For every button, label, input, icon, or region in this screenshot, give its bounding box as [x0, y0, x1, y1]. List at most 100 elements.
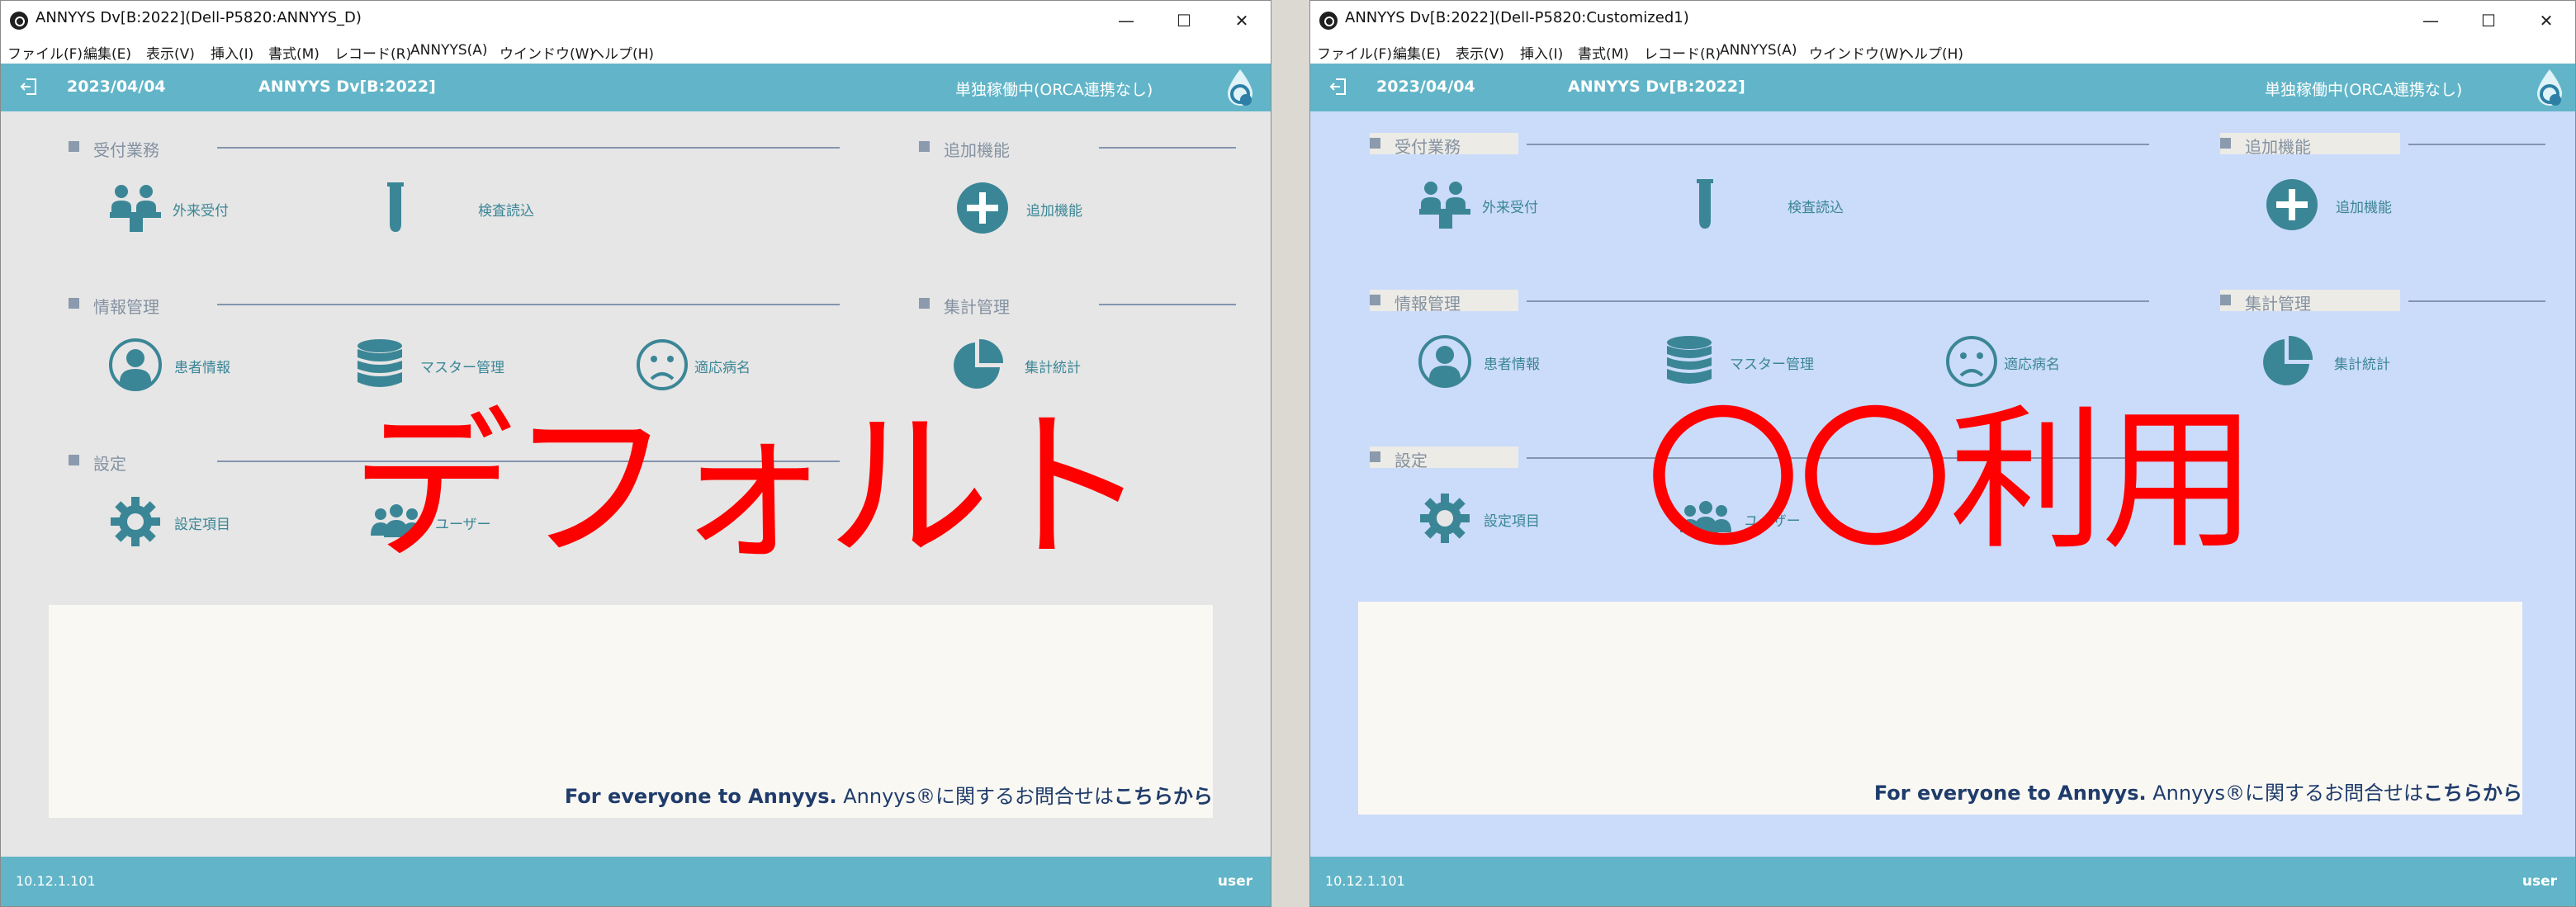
maximize-button[interactable]: ☐	[2460, 4, 2517, 37]
contact-line: For everyone to Annyys. Annyys®に関するお問合せは…	[565, 780, 1213, 809]
section-divider	[1099, 147, 1236, 149]
section-stats: 集計管理	[919, 293, 1099, 317]
section-title: 追加機能	[944, 140, 1010, 160]
contact-link[interactable]: こちらから	[2423, 782, 2522, 805]
menu-edit[interactable]: 編集(E)	[1393, 42, 1441, 63]
item-lab-import[interactable]: 検査読込	[1680, 177, 1844, 230]
version-text: 10.12.1.101	[16, 873, 96, 889]
section-settings: 設定	[1370, 446, 1518, 470]
item-add-feature[interactable]: 追加機能	[2265, 177, 2405, 230]
logout-icon[interactable]	[1328, 77, 1348, 97]
gear-icon	[1420, 494, 1470, 543]
version-text: 10.12.1.101	[1325, 873, 1405, 889]
contact-text: Annyys®に関するお問合せは	[2146, 782, 2423, 805]
menu-insert[interactable]: 挿入(I)	[1520, 42, 1563, 63]
current-user: user	[1217, 873, 1252, 890]
section-title: 情報管理	[1395, 294, 1461, 314]
section-title: 受付業務	[1395, 137, 1461, 157]
window-title: ANNYYS Dv[B:2022](Dell-P5820:Customized1…	[1345, 9, 1689, 26]
menu-edit[interactable]: 編集(E)	[83, 42, 131, 63]
item-outpatient[interactable]: 外来受付	[108, 181, 249, 234]
item-add-feature[interactable]: 追加機能	[955, 181, 1096, 234]
section-title: 集計管理	[944, 297, 1010, 317]
item-label: 追加機能	[2336, 200, 2392, 216]
test-tube-icon	[387, 182, 404, 232]
logout-icon[interactable]	[19, 77, 39, 97]
item-label: 外来受付	[1482, 200, 1538, 216]
menu-view[interactable]: 表示(V)	[146, 42, 195, 63]
close-button[interactable]: ✕	[2517, 4, 2575, 37]
item-label: 患者情報	[1484, 357, 1540, 373]
app-header: 2023/04/04 ANNYYS Dv[B:2022] 単独稼働中(ORCA連…	[1, 64, 1271, 111]
title-bar[interactable]: ANNYYS Dv[B:2022](Dell-P5820:Customized1…	[1310, 1, 2575, 40]
item-label: 設定項目	[174, 517, 230, 533]
section-marker	[2220, 295, 2231, 305]
menu-insert[interactable]: 挿入(I)	[211, 42, 253, 63]
section-marker	[919, 298, 930, 309]
section-divider	[1527, 144, 2149, 145]
plus-circle-icon	[2266, 179, 2318, 230]
app-title: ANNYYS Dv[B:2022]	[1568, 78, 1745, 96]
person-icon	[1418, 335, 1471, 388]
contact-link[interactable]: こちらから	[1114, 785, 1213, 808]
item-label: 患者情報	[174, 360, 230, 376]
info-panel: For everyone to Annyys. Annyys®に関するお問合せは…	[1358, 602, 2522, 815]
section-reception: 受付業務	[1370, 133, 1518, 157]
section-marker	[69, 455, 79, 465]
contact-line: For everyone to Annyys. Annyys®に関するお問合せは…	[1874, 777, 2522, 805]
item-label: 追加機能	[1026, 203, 1082, 220]
menu-annyys[interactable]: ANNYYS(A)	[1720, 42, 1797, 59]
menu-window[interactable]: ウインドウ(W)	[500, 42, 594, 63]
minimize-button[interactable]: —	[2402, 4, 2460, 37]
menu-format[interactable]: 書式(M)	[1578, 42, 1629, 63]
menu-record[interactable]: レコード(R)	[1644, 42, 1721, 63]
menu-annyys[interactable]: ANNYYS(A)	[410, 42, 488, 59]
section-divider	[217, 304, 840, 305]
app-title: ANNYYS Dv[B:2022]	[258, 78, 436, 96]
item-statistics[interactable]: 集計統計	[2260, 334, 2400, 387]
app-header: 2023/04/04 ANNYYS Dv[B:2022] 単独稼働中(ORCA連…	[1310, 64, 2575, 111]
menu-help[interactable]: ヘルプ(H)	[590, 42, 654, 63]
pie-chart-icon	[2263, 335, 2313, 385]
item-lab-import[interactable]: 検査読込	[371, 181, 534, 234]
minimize-button[interactable]: —	[1097, 4, 1155, 37]
menu-file[interactable]: ファイル(F)	[1317, 42, 1392, 63]
menu-format[interactable]: 書式(M)	[268, 42, 320, 63]
menu-file[interactable]: ファイル(F)	[7, 42, 83, 63]
item-outpatient[interactable]: 外来受付	[1418, 177, 1558, 230]
overlay-caption: デフォルト	[351, 392, 1148, 583]
reception-desk-icon	[110, 185, 161, 232]
current-date: 2023/04/04	[67, 78, 166, 96]
item-label: 外来受付	[173, 203, 229, 220]
annyys-logo-icon	[1228, 69, 1252, 106]
item-setting-items[interactable]: 設定項目	[1418, 491, 1558, 544]
reception-desk-icon	[1419, 182, 1470, 229]
section-marker	[2220, 138, 2231, 149]
window-title: ANNYYS Dv[B:2022](Dell-P5820:ANNYYS_D)	[36, 9, 362, 26]
section-divider	[2408, 300, 2545, 302]
section-additional: 追加機能	[919, 136, 1099, 160]
section-divider	[2408, 144, 2545, 145]
section-info: 情報管理	[1370, 290, 1518, 314]
current-date: 2023/04/04	[1376, 78, 1475, 96]
close-button[interactable]: ✕	[1213, 4, 1271, 37]
section-additional: 追加機能	[2220, 133, 2400, 157]
item-patient-info[interactable]: 患者情報	[1418, 334, 1558, 388]
item-setting-items[interactable]: 設定項目	[108, 494, 249, 547]
maximize-button[interactable]: ☐	[1155, 4, 1213, 37]
menu-help[interactable]: ヘルプ(H)	[1900, 42, 1963, 63]
contact-text: Annyys®に関するお問合せは	[836, 785, 1114, 808]
menu-window[interactable]: ウインドウ(W)	[1809, 42, 1904, 63]
contact-tagline: For everyone to Annyys.	[1873, 782, 2147, 805]
title-bar[interactable]: ANNYYS Dv[B:2022](Dell-P5820:ANNYYS_D) —…	[1, 1, 1271, 40]
item-patient-info[interactable]: 患者情報	[108, 338, 249, 391]
annyys-logo-icon	[2537, 69, 2562, 106]
item-label: 設定項目	[1484, 513, 1540, 530]
section-reception: 受付業務	[69, 136, 217, 160]
menu-record[interactable]: レコード(R)	[334, 42, 411, 63]
app-icon	[10, 12, 28, 30]
plus-circle-icon	[957, 182, 1008, 234]
section-marker	[919, 141, 930, 152]
overlay-caption: 〇〇利用	[1646, 390, 2256, 571]
menu-view[interactable]: 表示(V)	[1456, 42, 1504, 63]
